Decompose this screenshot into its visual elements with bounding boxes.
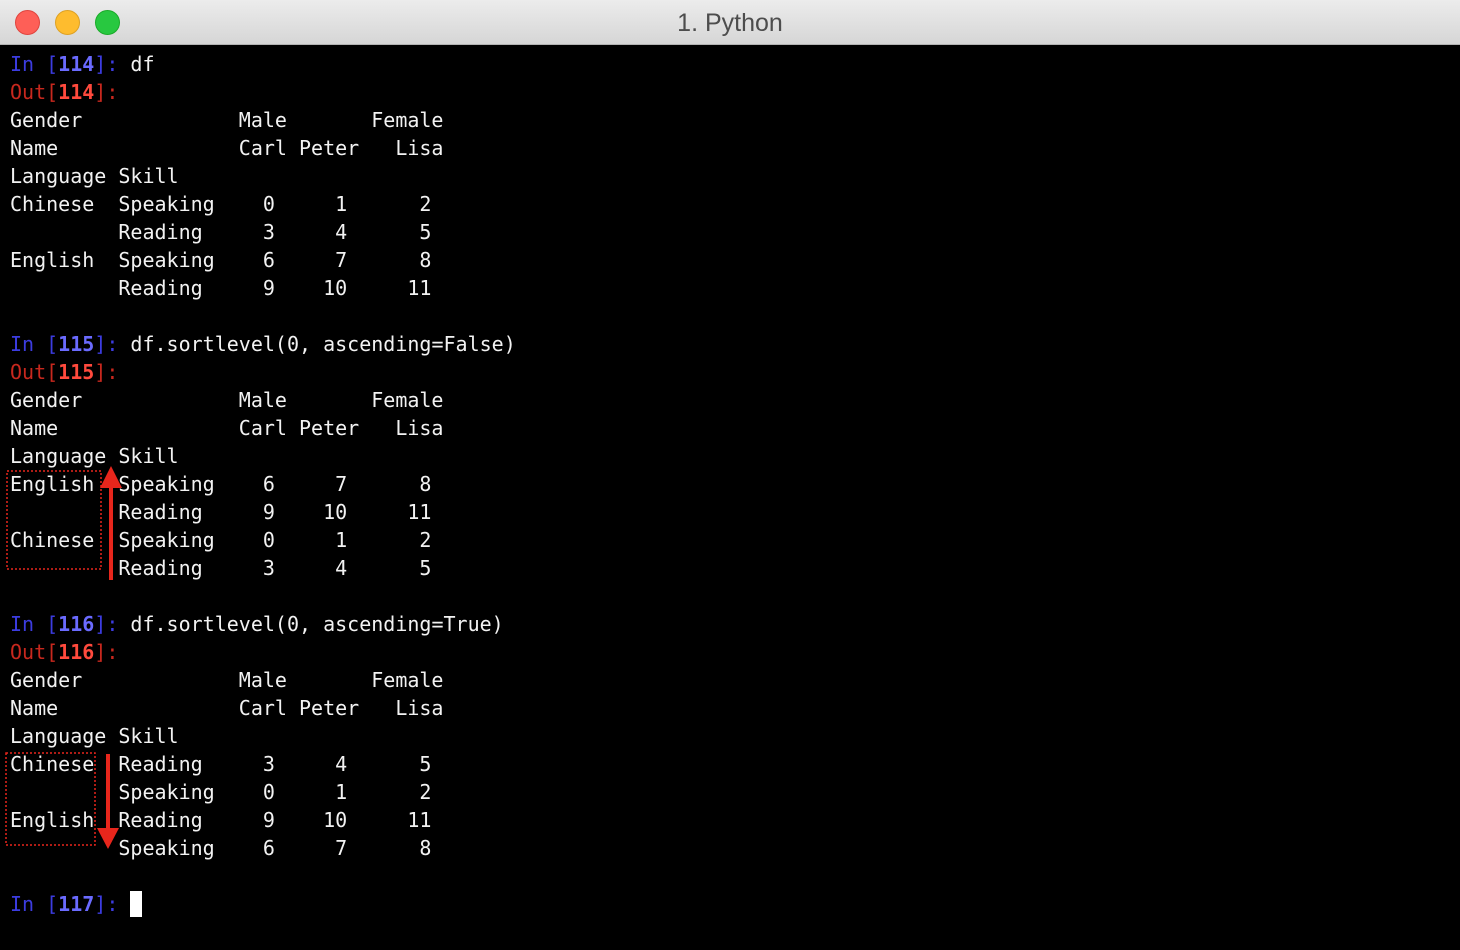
output-row: Name Carl Peter Lisa bbox=[10, 416, 444, 440]
prompt-number: 117 bbox=[58, 892, 95, 916]
output-row: Gender Male Female bbox=[10, 108, 444, 132]
in-label: In bbox=[10, 52, 47, 76]
input-prompt-line: In [114]: df bbox=[10, 52, 155, 76]
output-row: Name Carl Peter Lisa bbox=[10, 136, 444, 160]
output-row: Language Skill bbox=[10, 444, 179, 468]
output-row: Reading 9 10 11 bbox=[10, 500, 432, 524]
terminal-window: 1. Python In [114]: df Out[114]: Gender … bbox=[0, 0, 1460, 950]
output-prompt-line: Out[114]: bbox=[10, 80, 119, 104]
output-row: Name Carl Peter Lisa bbox=[10, 696, 444, 720]
output-row: Chinese Speaking 0 1 2 bbox=[10, 528, 432, 552]
title-bar[interactable]: 1. Python bbox=[0, 0, 1460, 45]
output-row: Language Skill bbox=[10, 724, 179, 748]
output-row: Gender Male Female bbox=[10, 668, 444, 692]
prompt-number: 115 bbox=[58, 332, 95, 356]
out-label: Out bbox=[10, 80, 47, 104]
output-row: Reading 3 4 5 bbox=[10, 556, 432, 580]
output-prompt-line: Out[115]: bbox=[10, 360, 119, 384]
output-row: Chinese Speaking 0 1 2 bbox=[10, 192, 432, 216]
output-row: English Reading 9 10 11 bbox=[10, 808, 432, 832]
input-prompt-line: In [115]: df.sortlevel(0, ascending=Fals… bbox=[10, 332, 516, 356]
out-label: Out bbox=[10, 360, 47, 384]
output-row: Gender Male Female bbox=[10, 388, 444, 412]
input-code: df.sortlevel(0, ascending=False) bbox=[130, 332, 516, 356]
prompt-number: 115 bbox=[58, 360, 95, 384]
output-row: English Speaking 6 7 8 bbox=[10, 248, 432, 272]
in-label: In bbox=[10, 892, 47, 916]
prompt-number: 114 bbox=[58, 52, 95, 76]
prompt-number: 116 bbox=[58, 640, 95, 664]
input-code: df.sortlevel(0, ascending=True) bbox=[130, 612, 504, 636]
output-row: Chinese Reading 3 4 5 bbox=[10, 752, 432, 776]
prompt-number: 114 bbox=[58, 80, 95, 104]
text-cursor bbox=[130, 891, 142, 917]
prompt-number: 116 bbox=[58, 612, 95, 636]
output-row: Language Skill bbox=[10, 164, 179, 188]
out-label: Out bbox=[10, 640, 47, 664]
input-prompt-line: In [116]: df.sortlevel(0, ascending=True… bbox=[10, 612, 504, 636]
output-row: Speaking 0 1 2 bbox=[10, 780, 432, 804]
input-prompt-line[interactable]: In [117]: bbox=[10, 890, 130, 918]
output-row: Speaking 6 7 8 bbox=[10, 836, 432, 860]
terminal-content[interactable]: In [114]: df Out[114]: Gender Male Femal… bbox=[0, 46, 1460, 950]
window-title: 1. Python bbox=[677, 9, 783, 37]
output-row: English Speaking 6 7 8 bbox=[10, 472, 432, 496]
input-code: df bbox=[130, 52, 155, 76]
in-label: In bbox=[10, 612, 47, 636]
output-row: Reading 3 4 5 bbox=[10, 220, 432, 244]
in-label: In bbox=[10, 332, 47, 356]
output-row: Reading 9 10 11 bbox=[10, 276, 432, 300]
output-prompt-line: Out[116]: bbox=[10, 640, 119, 664]
